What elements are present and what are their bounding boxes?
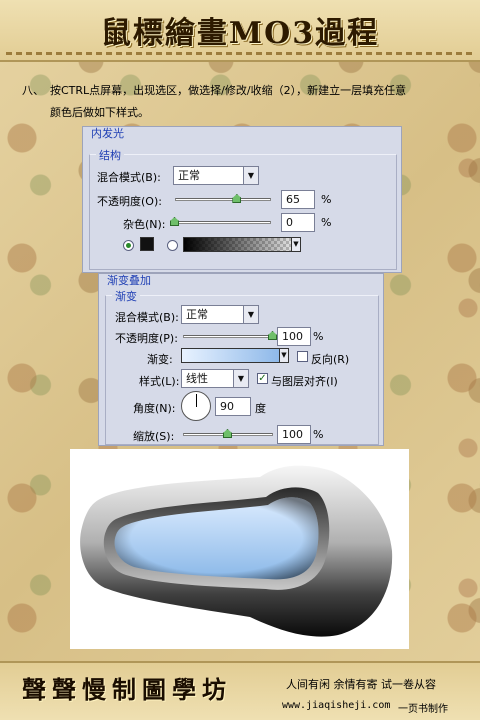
step-number: 八、: [22, 84, 44, 97]
reverse-checkbox[interactable]: [297, 351, 308, 362]
shape-preview-canvas: [70, 449, 409, 649]
glow-color-swatch[interactable]: [140, 237, 154, 251]
instruction-line-2: 颜色后做如下样式。: [50, 106, 149, 119]
gradient-picker[interactable]: [181, 348, 285, 363]
opacity-slider[interactable]: [183, 335, 273, 338]
scale-label: 缩放(S):: [133, 430, 175, 443]
instruction-line-1: 八、 按CTRL点屏幕，出现选区，做选择/修改/收缩（2），新建立一层填充任意: [22, 80, 462, 102]
footer-credit: 一页书制作: [398, 704, 448, 715]
blend-mode-value: 正常: [178, 169, 200, 182]
footer-motto: 人间有闲 余情有寄 试一卷从容: [286, 678, 436, 691]
blend-mode-label: 混合模式(B):: [115, 311, 179, 324]
angle-dial[interactable]: [181, 391, 211, 421]
degree-unit-label: 度: [255, 402, 266, 415]
noise-label: 杂色(N):: [123, 218, 166, 231]
angle-label: 角度(N):: [133, 402, 176, 415]
angle-value: 90: [220, 400, 234, 413]
chevron-down-icon[interactable]: ▼: [279, 348, 289, 363]
chevron-down-icon[interactable]: ▼: [233, 370, 248, 387]
mouse-shape-illustration: [80, 465, 393, 637]
gradient-group-label: 渐变: [112, 288, 140, 304]
gradient-label: 渐变:: [147, 353, 173, 366]
blend-mode-select[interactable]: 正常 ▼: [173, 166, 259, 185]
noise-slider[interactable]: [175, 221, 271, 224]
chevron-down-icon[interactable]: ▼: [291, 237, 301, 252]
percent-label: %: [313, 428, 324, 441]
style-select[interactable]: 线性 ▼: [181, 369, 249, 388]
opacity-slider[interactable]: [175, 198, 271, 201]
blend-mode-label: 混合模式(B):: [97, 171, 161, 184]
noise-value: 0: [286, 216, 293, 229]
style-label: 样式(L):: [139, 375, 180, 388]
angle-input[interactable]: 90: [215, 397, 251, 416]
instruction-text: 八、 按CTRL点屏幕，出现选区，做选择/修改/收缩（2），新建立一层填充任意 颜…: [22, 80, 462, 124]
blend-mode-select[interactable]: 正常 ▼: [181, 305, 259, 324]
opacity-input[interactable]: 65: [281, 190, 315, 209]
scale-value: 100: [282, 428, 303, 441]
reverse-label: 反向(R): [311, 353, 350, 366]
inner-glow-title: 内发光: [91, 127, 124, 140]
percent-label: %: [321, 216, 332, 229]
blend-mode-value: 正常: [186, 308, 208, 321]
chevron-down-icon[interactable]: ▼: [243, 167, 258, 184]
instruction-line-1-text: 按CTRL点屏幕，出现选区，做选择/修改/收缩（2），新建立一层填充任意: [50, 84, 407, 97]
opacity-value: 100: [282, 330, 303, 343]
opacity-label: 不透明度(P):: [115, 332, 178, 345]
percent-label: %: [313, 330, 324, 343]
opacity-value: 65: [286, 193, 300, 206]
opacity-input[interactable]: 100: [277, 327, 311, 346]
gradient-overlay-panel: 渐变叠加 渐变 混合模式(B): 正常 ▼ 不透明度(P): 100 % 渐变:…: [98, 273, 384, 446]
scale-input[interactable]: 100: [277, 425, 311, 444]
gradient-radio[interactable]: [167, 240, 178, 251]
align-with-layer-checkbox[interactable]: ✓: [257, 373, 268, 384]
footer-site-url: www.jiaqisheji.com: [282, 700, 391, 711]
structure-group-label: 结构: [96, 147, 124, 163]
align-with-layer-label: 与图层对齐(I): [271, 375, 338, 388]
inner-glow-panel: 内发光 结构 混合模式(B): 正常 ▼ 不透明度(O): 65 % 杂色(N)…: [82, 126, 402, 273]
glow-gradient-picker[interactable]: [183, 237, 295, 252]
chevron-down-icon[interactable]: ▼: [243, 306, 258, 323]
noise-input[interactable]: 0: [281, 213, 315, 232]
page-title: 鼠標繪畫MO3過程: [100, 16, 380, 51]
gradient-overlay-title: 渐变叠加: [107, 274, 151, 287]
percent-label: %: [321, 193, 332, 206]
studio-name: 聲聲慢制圖學坊: [22, 675, 232, 704]
color-radio[interactable]: [123, 240, 134, 251]
opacity-label: 不透明度(O):: [97, 195, 162, 208]
style-value: 线性: [186, 372, 208, 385]
